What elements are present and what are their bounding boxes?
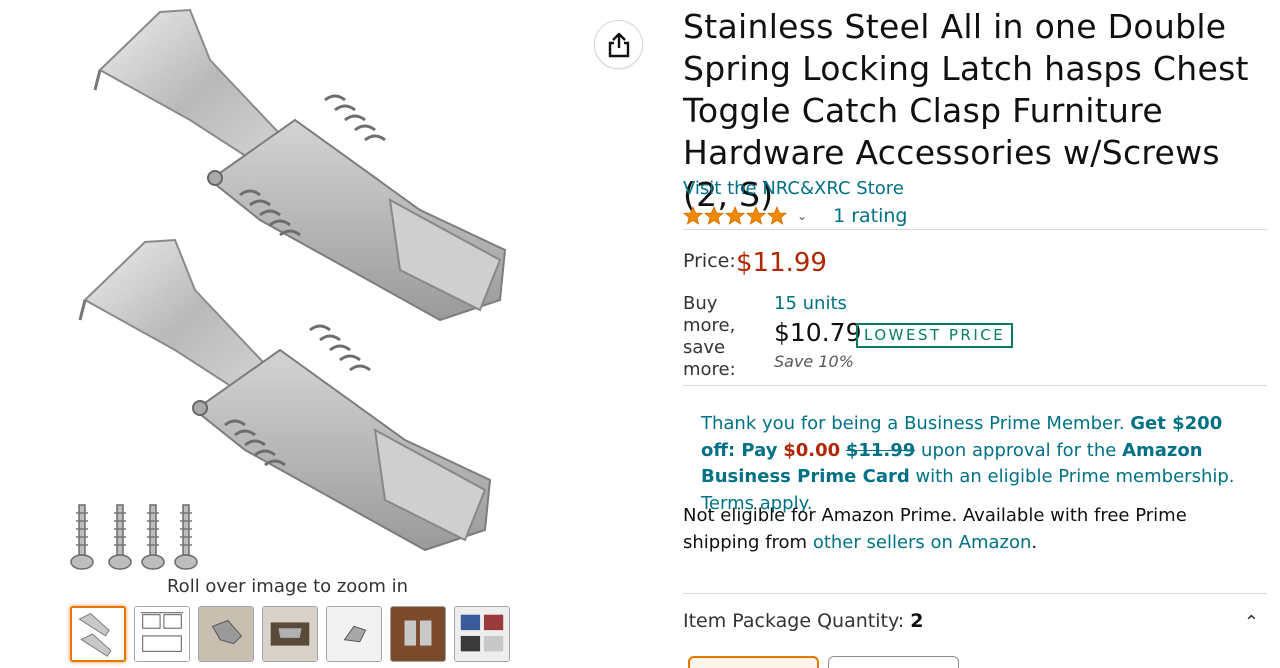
thumbnail-1[interactable] [70,606,126,662]
promo-strike-price: $11.99 [845,439,916,461]
lowest-price-badge: LOWEST PRICE [856,323,1014,348]
quantity-option[interactable] [828,656,959,668]
thumbnail-5[interactable] [326,606,382,662]
star-icon [767,206,787,225]
quantity-value: 2 [910,610,924,632]
other-sellers-link[interactable]: other sellers on Amazon [813,532,1032,553]
store-link[interactable]: Visit the NRC&XRC Store [683,178,904,199]
bulk-label: Buy more, save more: [683,293,736,380]
shipping-info: Not eligible for Amazon Prime. Available… [683,505,1187,553]
image-gallery: Roll over image to zoom in [0,0,660,668]
thumbnail-4[interactable] [262,606,318,662]
bulk-price: $10.79 [774,318,862,347]
chevron-down-icon[interactable]: ⌄ [797,209,807,223]
divider [683,229,1267,230]
thumbnail-3[interactable] [198,606,254,662]
rating-count-link[interactable]: 1 rating [833,205,907,227]
share-button[interactable] [594,20,643,69]
star-icon [683,206,703,225]
divider [683,385,1267,386]
promo-pay-amount: $0.00 [783,439,841,461]
star-icon [746,206,766,225]
chevron-up-icon[interactable]: ⌃ [1244,612,1259,633]
zoom-hint: Roll over image to zoom in [166,576,408,597]
star-icon [704,206,724,225]
price-value: $11.99 [736,248,827,278]
thumbnail-7[interactable] [454,606,510,662]
product-main-image[interactable] [60,0,530,578]
thumbnail-6[interactable] [390,606,446,662]
price-label: Price: [683,250,736,272]
quantity-selector-header[interactable]: Item Package Quantity: 2 ⌃ [683,610,1267,638]
quantity-option-selected[interactable] [688,656,819,668]
divider [683,593,1267,594]
rating-row: ⌄ 1 rating [683,203,907,229]
bulk-units-link[interactable]: 15 units [774,293,847,314]
share-icon [608,32,629,57]
quantity-label: Item Package Quantity: [683,610,911,632]
business-prime-promo[interactable]: Thank you for being a Business Prime Mem… [701,411,1241,517]
star-icon [725,206,745,225]
thumbnail-strip [70,606,510,662]
save-percent: Save 10% [774,352,854,371]
thumbnail-2[interactable] [134,606,190,662]
star-rating[interactable] [683,206,787,226]
